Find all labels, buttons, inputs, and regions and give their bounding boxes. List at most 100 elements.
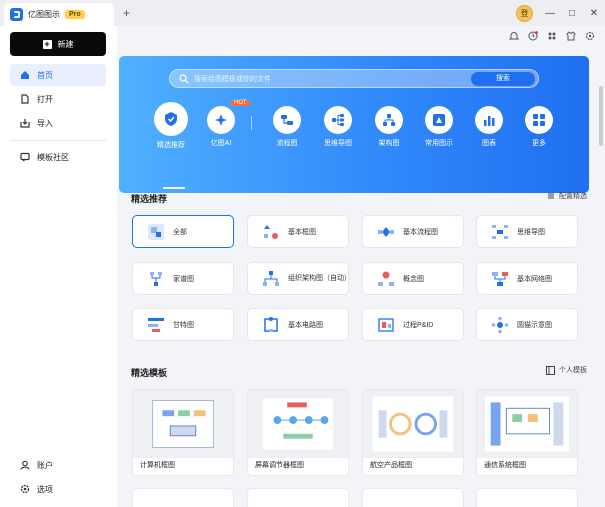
featured-card-org[interactable]: 组织架构图（自动）	[247, 262, 351, 295]
sidebar-item-label: 账户	[37, 460, 53, 470]
featured-card-circuit[interactable]: 基本电路图	[247, 308, 349, 341]
minimize-button[interactable]: —	[539, 8, 561, 19]
org-chart-icon	[263, 270, 279, 286]
category-divider	[251, 116, 252, 130]
featured-card-concept[interactable]: 概念图	[362, 262, 464, 295]
sidebar-item-open[interactable]: 打开	[10, 88, 106, 110]
category-mindmap[interactable]: 思维导图	[318, 106, 358, 148]
sidebar-item-import[interactable]: 导入	[10, 112, 106, 134]
card-label: 基本流程图	[403, 228, 438, 236]
template-label: 计算机框图	[140, 462, 175, 469]
category-label: 更多	[532, 140, 546, 147]
featured-card-network[interactable]: 基本网络图	[476, 262, 578, 295]
category-recommend[interactable]: 精选推荐	[151, 102, 191, 150]
card-label: 基本框图	[288, 228, 316, 236]
circle-diagram-icon	[491, 316, 509, 333]
template-card[interactable]: 计算机框图	[132, 389, 234, 476]
featured-card-flow[interactable]: 基本流程图	[362, 215, 464, 248]
search-button[interactable]: 搜索	[471, 72, 535, 86]
community-icon	[20, 152, 30, 162]
shirt-icon[interactable]	[566, 31, 576, 41]
template-label: 通信系统框图	[484, 462, 526, 469]
category-flowchart[interactable]: 流程图	[267, 106, 307, 148]
common-diagram-icon	[425, 106, 453, 134]
new-tab-button[interactable]: +	[123, 6, 130, 20]
template-card[interactable]: 航空产品框图	[362, 389, 464, 476]
sidebar-item-label: 导入	[37, 118, 53, 128]
templates-title: 精选模板	[131, 368, 168, 378]
concept-map-icon	[378, 271, 394, 286]
template-thumbnail	[133, 390, 233, 458]
app-tab[interactable]: 亿图图示 Pro	[4, 3, 114, 26]
account-icon	[20, 460, 30, 470]
category-chart[interactable]: 图表	[469, 106, 509, 148]
template-card[interactable]	[362, 488, 464, 507]
sidebar-item-account[interactable]: 账户	[10, 454, 106, 476]
pro-badge: Pro	[65, 10, 85, 19]
search-icon	[179, 74, 189, 84]
user-avatar[interactable]: 登	[516, 4, 533, 22]
sidebar-item-community[interactable]: 模板社区	[10, 146, 106, 168]
featured-card-block[interactable]: 基本框图	[247, 215, 349, 248]
home-icon	[21, 71, 29, 79]
title-bar: 亿图图示 Pro + 登 — □ ✕	[0, 0, 605, 26]
sidebar-item-label: 首页	[37, 70, 53, 80]
template-label: 航空产品框图	[370, 462, 412, 469]
search-input[interactable]	[194, 72, 444, 86]
category-label: 精选推荐	[157, 142, 185, 149]
new-button[interactable]: + 新建	[10, 32, 106, 56]
pid-diagram-icon	[378, 317, 394, 332]
category-ai[interactable]: HOT 亿图AI	[201, 100, 250, 148]
template-card[interactable]	[132, 488, 234, 507]
config-featured-link[interactable]: 配置精选	[547, 191, 587, 201]
template-card[interactable]: 通信系统框图	[476, 389, 578, 476]
gear-icon[interactable]	[585, 31, 595, 41]
template-card[interactable]	[247, 488, 349, 507]
template-card[interactable]	[476, 488, 578, 507]
featured-card-all[interactable]: 全部	[132, 215, 234, 248]
sidebar-divider	[10, 140, 106, 141]
sidebar-item-label: 选项	[37, 484, 53, 494]
close-button[interactable]: ✕	[583, 8, 605, 19]
clock-icon[interactable]	[528, 31, 538, 41]
top-toolbar	[509, 28, 595, 44]
sidebar-item-home[interactable]: 首页	[10, 64, 106, 86]
ai-icon: HOT	[207, 100, 250, 134]
card-label: 概念图	[403, 275, 424, 283]
scrollbar[interactable]	[599, 86, 603, 146]
maximize-button[interactable]: □	[561, 8, 583, 19]
chart-icon	[475, 106, 503, 134]
hot-badge: HOT	[231, 100, 250, 106]
card-label: 圆猫示意图	[517, 321, 552, 329]
sidebar-item-options[interactable]: 选项	[10, 478, 106, 500]
bell-icon[interactable]	[509, 31, 519, 41]
apps-icon[interactable]	[547, 31, 557, 41]
template-card[interactable]: 屏幕调节器框图	[247, 389, 349, 476]
config-icon	[548, 193, 554, 199]
mindmap-icon	[324, 106, 352, 134]
card-label: 组织架构图（自动）	[288, 274, 351, 282]
app-logo-icon	[10, 8, 23, 21]
template-thumbnail	[363, 390, 463, 458]
main-content: 搜索 精选推荐 HOT 亿图AI 流程图 思维导图	[117, 26, 605, 507]
featured-card-pid[interactable]: 过程P&ID	[362, 308, 464, 341]
active-category-indicator	[163, 187, 185, 189]
more-icon	[525, 106, 553, 134]
hero-banner: 搜索 精选推荐 HOT 亿图AI 流程图 思维导图	[119, 56, 589, 193]
personal-templates-link[interactable]: 个人模板	[546, 365, 587, 375]
card-label: 全部	[173, 228, 187, 236]
card-label: 家谱图	[173, 275, 194, 283]
featured-card-gantt[interactable]: 甘特图	[132, 308, 234, 341]
template-label: 屏幕调节器框图	[255, 462, 304, 469]
category-common[interactable]: 常用图示	[419, 106, 459, 148]
featured-card-mindmap[interactable]: 思维导图	[476, 215, 578, 248]
new-button-label: 新建	[57, 39, 74, 49]
category-architecture[interactable]: 架构图	[369, 106, 409, 148]
category-more[interactable]: 更多	[519, 106, 559, 148]
settings-icon	[20, 484, 30, 494]
circuit-diagram-icon	[264, 316, 278, 332]
architecture-icon	[375, 106, 403, 134]
all-templates-icon	[148, 223, 164, 240]
featured-card-circle[interactable]: 圆猫示意图	[476, 308, 578, 341]
featured-card-family[interactable]: 家谱图	[132, 262, 234, 295]
